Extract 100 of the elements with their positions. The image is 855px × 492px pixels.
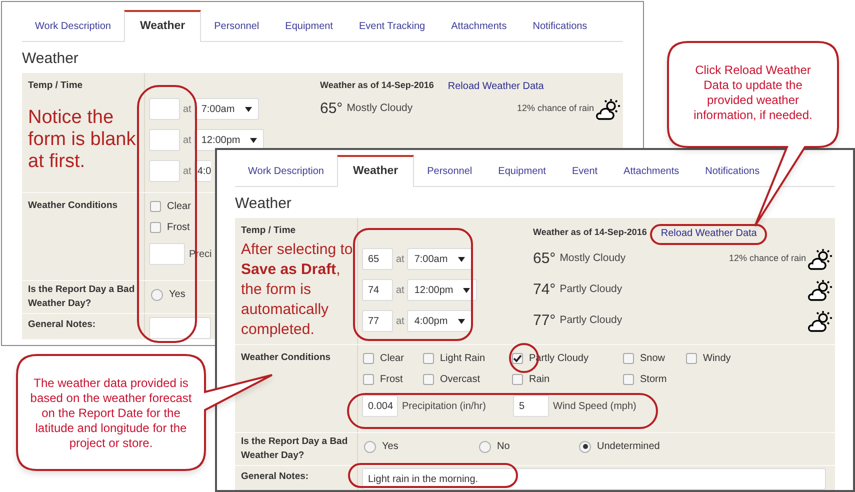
weather-date: Weather as of 14-Sep-2016 bbox=[533, 226, 647, 240]
checkbox[interactable] bbox=[512, 374, 523, 385]
temperature-text: 74° bbox=[533, 280, 556, 300]
caret-icon bbox=[250, 138, 258, 142]
radio-button[interactable] bbox=[151, 288, 163, 300]
time-select[interactable]: 12:00pm bbox=[407, 279, 478, 301]
field-label: General Notes: bbox=[28, 318, 97, 332]
checkbox-label: Storm bbox=[640, 373, 667, 387]
radio-label: Yes bbox=[382, 440, 398, 454]
input-field[interactable]: 74 bbox=[362, 279, 393, 301]
field-label: Temp / Time bbox=[28, 79, 84, 93]
radio-button[interactable] bbox=[479, 440, 491, 452]
checkbox[interactable] bbox=[363, 353, 374, 364]
radio-label: Yes bbox=[169, 288, 186, 302]
checkbox-label: Frost bbox=[380, 373, 403, 387]
annotation-text: After selecting to Save as Draft, the form is automatically completed. bbox=[241, 240, 353, 340]
checkbox[interactable] bbox=[150, 201, 161, 212]
checkbox-label: Frost bbox=[167, 221, 190, 235]
field-label: Is the Report Day a Bad Weather Day? bbox=[241, 435, 349, 463]
radio-button[interactable] bbox=[579, 440, 591, 452]
annotation-text: Notice the form is blank at first. bbox=[28, 107, 137, 173]
tab[interactable]: Equipment bbox=[272, 11, 346, 41]
field-label: General Notes: bbox=[241, 470, 310, 484]
at-label: at bbox=[183, 134, 192, 148]
temperature-text: 65° bbox=[320, 98, 343, 119]
tab[interactable]: Weather bbox=[336, 155, 414, 187]
input-field[interactable]: 5 bbox=[513, 395, 549, 417]
field-label: Weather Conditions bbox=[28, 199, 119, 213]
partly-cloudy-icon bbox=[806, 278, 833, 302]
checkbox-label: Light Rain bbox=[440, 352, 486, 366]
tab[interactable]: Equipment bbox=[485, 156, 559, 186]
checkbox-label: Clear bbox=[167, 200, 191, 214]
tab[interactable]: Work Description bbox=[22, 11, 124, 41]
radio-label: Undetermined bbox=[597, 440, 660, 454]
reload-weather-link[interactable]: Reload Weather Data bbox=[448, 78, 544, 94]
callout-text: Click Reload Weather Data to update the provided weather information, if needed. bbox=[692, 63, 814, 123]
section-heading: Weather bbox=[22, 50, 80, 68]
radio-button[interactable] bbox=[364, 440, 376, 452]
time-select[interactable]: 4:00pm bbox=[407, 310, 472, 332]
tab[interactable]: Personnel bbox=[414, 156, 486, 186]
checkbox[interactable] bbox=[423, 374, 434, 385]
forecast-summary: Partly Cloudy bbox=[560, 313, 622, 328]
partly-cloudy-icon bbox=[594, 98, 621, 120]
caret-icon bbox=[463, 288, 470, 292]
radio-label: No bbox=[497, 440, 510, 454]
tab[interactable]: Notifications bbox=[520, 11, 600, 41]
temperature-text: 77° bbox=[533, 310, 556, 331]
checkbox-label: Rain bbox=[529, 373, 550, 387]
tab[interactable]: Work Description bbox=[235, 156, 337, 186]
forecast-summary: Partly Cloudy bbox=[560, 282, 622, 298]
at-label: at bbox=[396, 252, 404, 266]
checkbox[interactable] bbox=[686, 353, 697, 364]
tab[interactable]: Event bbox=[558, 156, 611, 186]
rain-chance: 12% chance of rain bbox=[516, 102, 594, 116]
partly-cloudy-icon bbox=[806, 310, 833, 332]
callout-text: The weather data provided is based on the weather forecast on the Report Date for the latitude and longitude for the project or store. bbox=[29, 376, 193, 451]
tab[interactable]: Personnel bbox=[201, 11, 272, 41]
checkbox[interactable] bbox=[512, 353, 523, 364]
input-field[interactable]: 65 bbox=[362, 248, 393, 270]
tab[interactable]: Attachments bbox=[610, 156, 692, 186]
tab[interactable]: Notifications bbox=[692, 156, 773, 186]
field-label: Temp / Time bbox=[241, 224, 297, 238]
temperature-text: 65° bbox=[533, 248, 556, 269]
checkbox-label: Windy bbox=[703, 352, 731, 366]
at-label: at bbox=[396, 314, 404, 328]
at-label: at bbox=[183, 164, 192, 178]
field-label: Is the Report Day a Bad Weather Day? bbox=[28, 283, 136, 311]
input-field[interactable]: Light rain in the morning. bbox=[362, 468, 826, 490]
at-label: at bbox=[183, 102, 192, 116]
field-label: Wind Speed (mph) bbox=[553, 400, 636, 414]
field-label: Precipitation (in/hr) bbox=[402, 400, 486, 414]
forecast-summary: Mostly Cloudy bbox=[560, 251, 626, 266]
input-field[interactable]: 77 bbox=[362, 310, 393, 332]
input-field[interactable] bbox=[149, 98, 180, 120]
tab[interactable]: Attachments bbox=[438, 11, 520, 41]
time-select[interactable]: 7:00am bbox=[194, 98, 259, 120]
checkbox[interactable] bbox=[423, 353, 434, 364]
input-field[interactable] bbox=[149, 243, 185, 265]
checkbox-label: Overcast bbox=[440, 373, 480, 387]
input-field[interactable] bbox=[149, 129, 180, 151]
input-field[interactable]: 0.004 bbox=[362, 395, 398, 417]
caret-icon bbox=[458, 318, 465, 324]
checkbox[interactable] bbox=[623, 353, 634, 364]
rain-chance: 12% chance of rain bbox=[728, 252, 806, 266]
caret-icon bbox=[244, 106, 252, 112]
input-field[interactable] bbox=[149, 160, 180, 182]
weather-date: Weather as of 14-Sep-2016 bbox=[320, 79, 434, 92]
checkbox[interactable] bbox=[623, 374, 634, 385]
partly-cloudy-icon bbox=[806, 248, 833, 270]
time-select[interactable]: 7:00am bbox=[407, 248, 472, 270]
forecast-summary: Mostly Cloudy bbox=[346, 101, 413, 116]
reload-weather-link[interactable]: Reload Weather Data bbox=[660, 226, 757, 240]
caret-icon bbox=[458, 256, 465, 262]
input-field[interactable] bbox=[149, 317, 211, 339]
checkbox[interactable] bbox=[150, 222, 161, 233]
tab[interactable]: Weather bbox=[124, 10, 202, 42]
checkbox[interactable] bbox=[363, 374, 374, 385]
tab[interactable]: Event Tracking bbox=[346, 11, 438, 41]
checkbox-label: Snow bbox=[640, 352, 666, 366]
field-label: Weather Conditions bbox=[241, 351, 332, 365]
